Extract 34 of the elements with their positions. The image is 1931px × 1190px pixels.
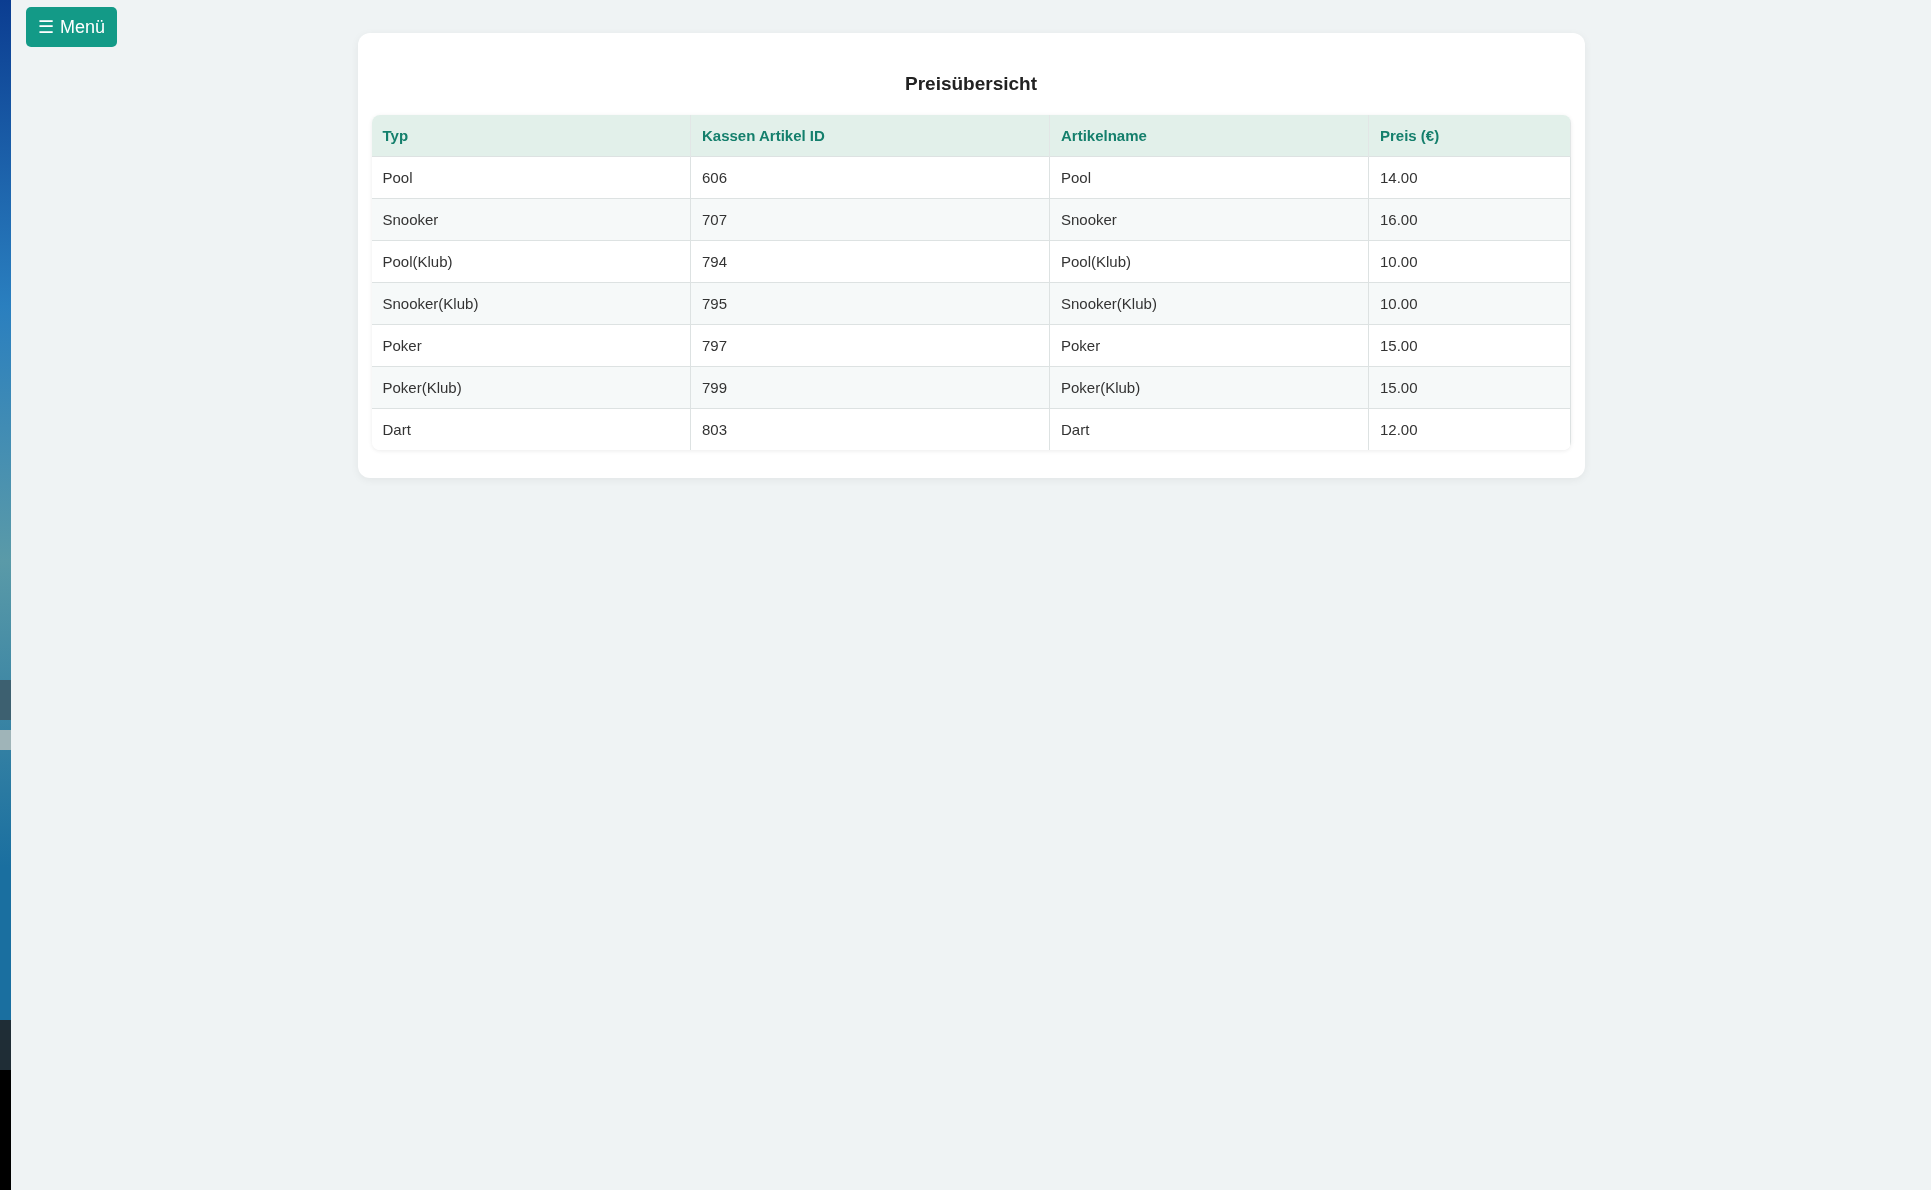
table-cell: 803 — [690, 408, 1050, 450]
table-cell: 16.00 — [1368, 198, 1570, 241]
column-header: Artikelname — [1049, 115, 1369, 157]
table-cell: Poker — [1049, 324, 1369, 367]
table-cell: 14.00 — [1368, 156, 1570, 199]
table-cell: Pool — [1049, 156, 1369, 199]
table-cell: 795 — [690, 282, 1050, 325]
table-cell: Poker(Klub) — [1049, 366, 1369, 409]
table-cell: 797 — [690, 324, 1050, 367]
card-title: Preisübersicht — [904, 73, 1038, 95]
table-cell: 794 — [690, 240, 1050, 283]
column-header: Kassen Artikel ID — [690, 115, 1050, 157]
table-cell: Pool — [371, 156, 691, 199]
table-cell: Snooker(Klub) — [371, 282, 691, 325]
table-cell: Snooker(Klub) — [1049, 282, 1369, 325]
table-cell: Poker — [371, 324, 691, 367]
table-cell: 15.00 — [1368, 324, 1570, 367]
table-cell: 606 — [690, 156, 1050, 199]
table-cell: 10.00 — [1368, 240, 1570, 283]
table-cell: 799 — [690, 366, 1050, 409]
table-cell: 10.00 — [1368, 282, 1570, 325]
table-cell: Snooker — [1049, 198, 1369, 241]
table-cell: Dart — [1049, 408, 1369, 450]
table-cell: Poker(Klub) — [371, 366, 691, 409]
table-cell: Dart — [371, 408, 691, 450]
menu-button[interactable]: ☰ Menü — [26, 7, 118, 47]
table-cell: 15.00 — [1368, 366, 1570, 409]
table-cell: Pool(Klub) — [1049, 240, 1369, 283]
column-header: Preis (€) — [1368, 115, 1570, 157]
table-cell: Snooker — [371, 198, 691, 241]
table-cell: 707 — [690, 198, 1050, 241]
column-header: Typ — [371, 115, 691, 157]
table-cell: 12.00 — [1368, 408, 1570, 450]
table-cell: Pool(Klub) — [371, 240, 691, 283]
